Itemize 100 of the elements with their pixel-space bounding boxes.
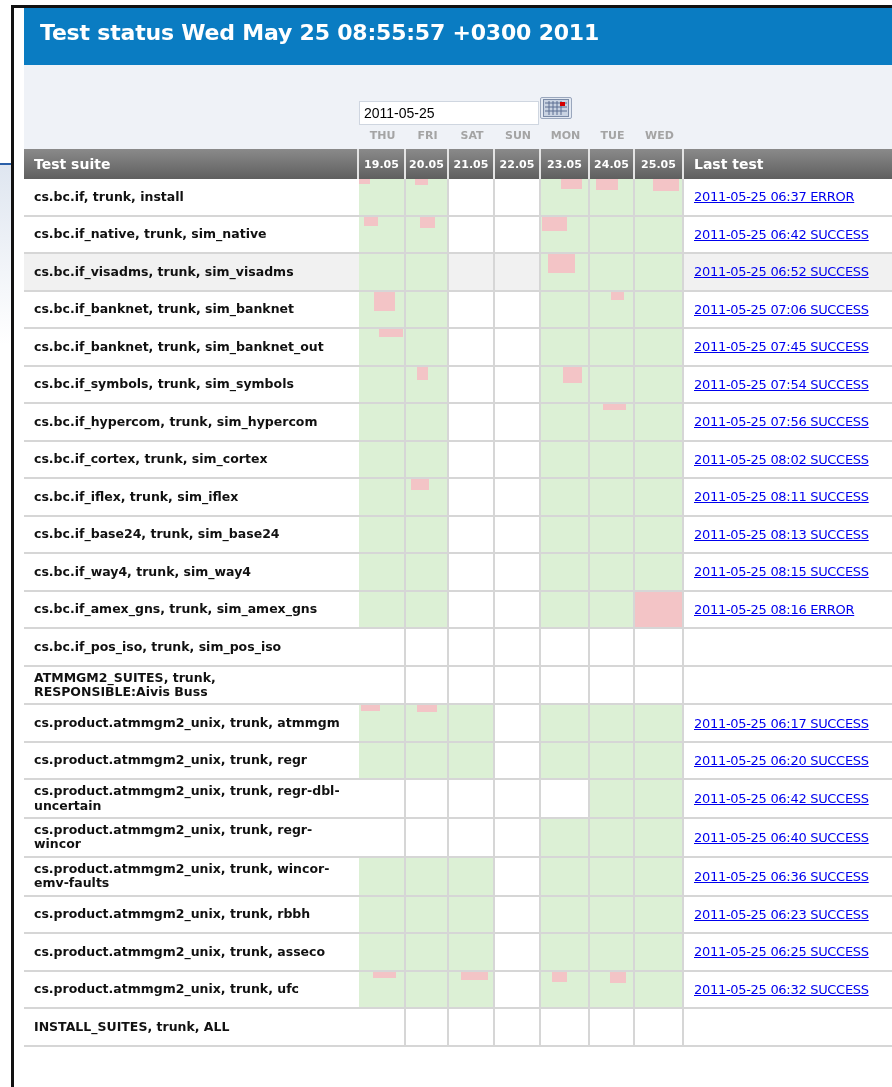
pass-block [590,366,633,402]
last-test-link[interactable]: 2011-05-25 06:42 SUCCESS [694,791,869,807]
pass-block [590,819,633,856]
pass-block [635,216,682,252]
mixed-result-block [449,971,493,1007]
last-test-link[interactable]: 2011-05-25 07:06 SUCCESS [694,301,869,317]
mixed-result-block [359,971,404,1007]
calendar-button[interactable] [540,97,572,119]
pass-block [406,742,447,779]
pass-block [541,742,588,779]
pass-block [406,896,447,932]
pass-block [359,554,404,590]
pass-block [406,441,447,477]
mixed-result-block [541,179,588,215]
last-test-link[interactable]: 2011-05-25 07:45 SUCCESS [694,339,869,355]
pass-block [590,591,633,627]
last-test-link[interactable]: 2011-05-25 06:20 SUCCESS [694,753,869,768]
pass-block [635,254,682,290]
pass-block [359,441,404,477]
pass-block [590,516,633,552]
pass-block [635,441,682,477]
pass-block [359,857,404,895]
last-test-link[interactable]: 2011-05-25 07:56 SUCCESS [694,414,869,430]
pass-block [406,857,447,895]
pass-block [635,857,682,895]
mixed-result-block [359,705,404,741]
last-test-link[interactable]: 2011-05-25 08:13 SUCCESS [694,526,869,542]
mixed-result-block [541,216,588,252]
last-test-link[interactable]: 2011-05-25 06:32 SUCCESS [694,981,869,997]
last-test-link[interactable]: 2011-05-25 07:54 SUCCESS [694,376,869,392]
weekday-label: FRI [416,128,439,144]
pass-block [541,934,588,970]
mixed-result-block [359,179,404,215]
pass-block [635,516,682,552]
pass-block [635,780,682,817]
pass-block [590,554,633,590]
pass-block [590,479,633,515]
last-test-link[interactable]: 2011-05-25 06:23 SUCCESS [694,906,869,922]
pass-block [406,404,447,440]
pass-block [541,857,588,895]
pass-block [406,591,447,627]
pass-block [359,254,404,290]
pass-block [359,516,404,552]
last-test-link[interactable]: 2011-05-25 06:52 SUCCESS [694,264,869,280]
weekday-label: WED [644,128,675,144]
pass-block [359,896,404,932]
last-test-link[interactable]: 2011-05-25 06:25 SUCCESS [694,944,869,960]
last-test-link[interactable]: 2011-05-25 06:37 ERROR [694,189,855,205]
pass-block [590,896,633,932]
last-test-link[interactable]: 2011-05-25 06:40 SUCCESS [694,829,869,845]
pass-block [590,254,633,290]
pass-block [635,554,682,590]
pass-block [541,591,588,627]
pass-block [635,934,682,970]
pass-block [359,404,404,440]
pass-block [406,554,447,590]
last-test-link[interactable]: 2011-05-25 06:36 SUCCESS [694,868,869,884]
pass-block [635,705,682,741]
pass-block [541,516,588,552]
last-test-link[interactable]: 2011-05-25 08:16 ERROR [694,601,855,617]
pass-block [635,479,682,515]
pass-block [541,441,588,477]
pass-block [406,254,447,290]
mixed-result-block [590,291,633,327]
mixed-result-block [406,479,447,515]
column-header: 21.05 [449,149,495,179]
column-header: 19.05 [359,149,406,179]
pass-block [449,934,493,970]
column-header: 25.05 [635,149,684,179]
mixed-result-block [541,366,588,402]
pass-block [590,441,633,477]
pass-block [359,934,404,970]
pass-block [541,329,588,365]
column-header: 23.05 [541,149,590,179]
last-test-link[interactable]: 2011-05-25 06:42 SUCCESS [694,226,869,242]
pass-block [635,291,682,327]
weekday-label: SAT [459,128,485,144]
mixed-result-block [590,971,633,1007]
last-test-link[interactable]: 2011-05-25 08:15 SUCCESS [694,564,869,580]
date-field[interactable]: 2011-05-25 [359,101,539,125]
pass-block [406,934,447,970]
weekday-label: SUN [503,128,533,144]
pass-block [541,896,588,932]
pass-block [449,705,493,741]
pass-block [449,896,493,932]
pass-block [590,705,633,741]
column-header: 20.05 [406,149,449,179]
pass-block [590,742,633,779]
last-test-link[interactable]: 2011-05-25 08:11 SUCCESS [694,489,869,505]
pass-block [406,291,447,327]
page-title: Test status Wed May 25 08:55:57 +0300 2011 [40,20,601,45]
last-test-link[interactable]: 2011-05-25 08:02 SUCCESS [694,451,869,467]
last-test-link[interactable]: 2011-05-25 06:17 SUCCESS [694,715,869,731]
mixed-result-block [406,366,447,402]
pass-block [541,404,588,440]
weekday-label: MON [549,128,582,144]
column-header: 24.05 [590,149,635,179]
pass-block [635,896,682,932]
pass-block [635,329,682,365]
pass-block [359,591,404,627]
